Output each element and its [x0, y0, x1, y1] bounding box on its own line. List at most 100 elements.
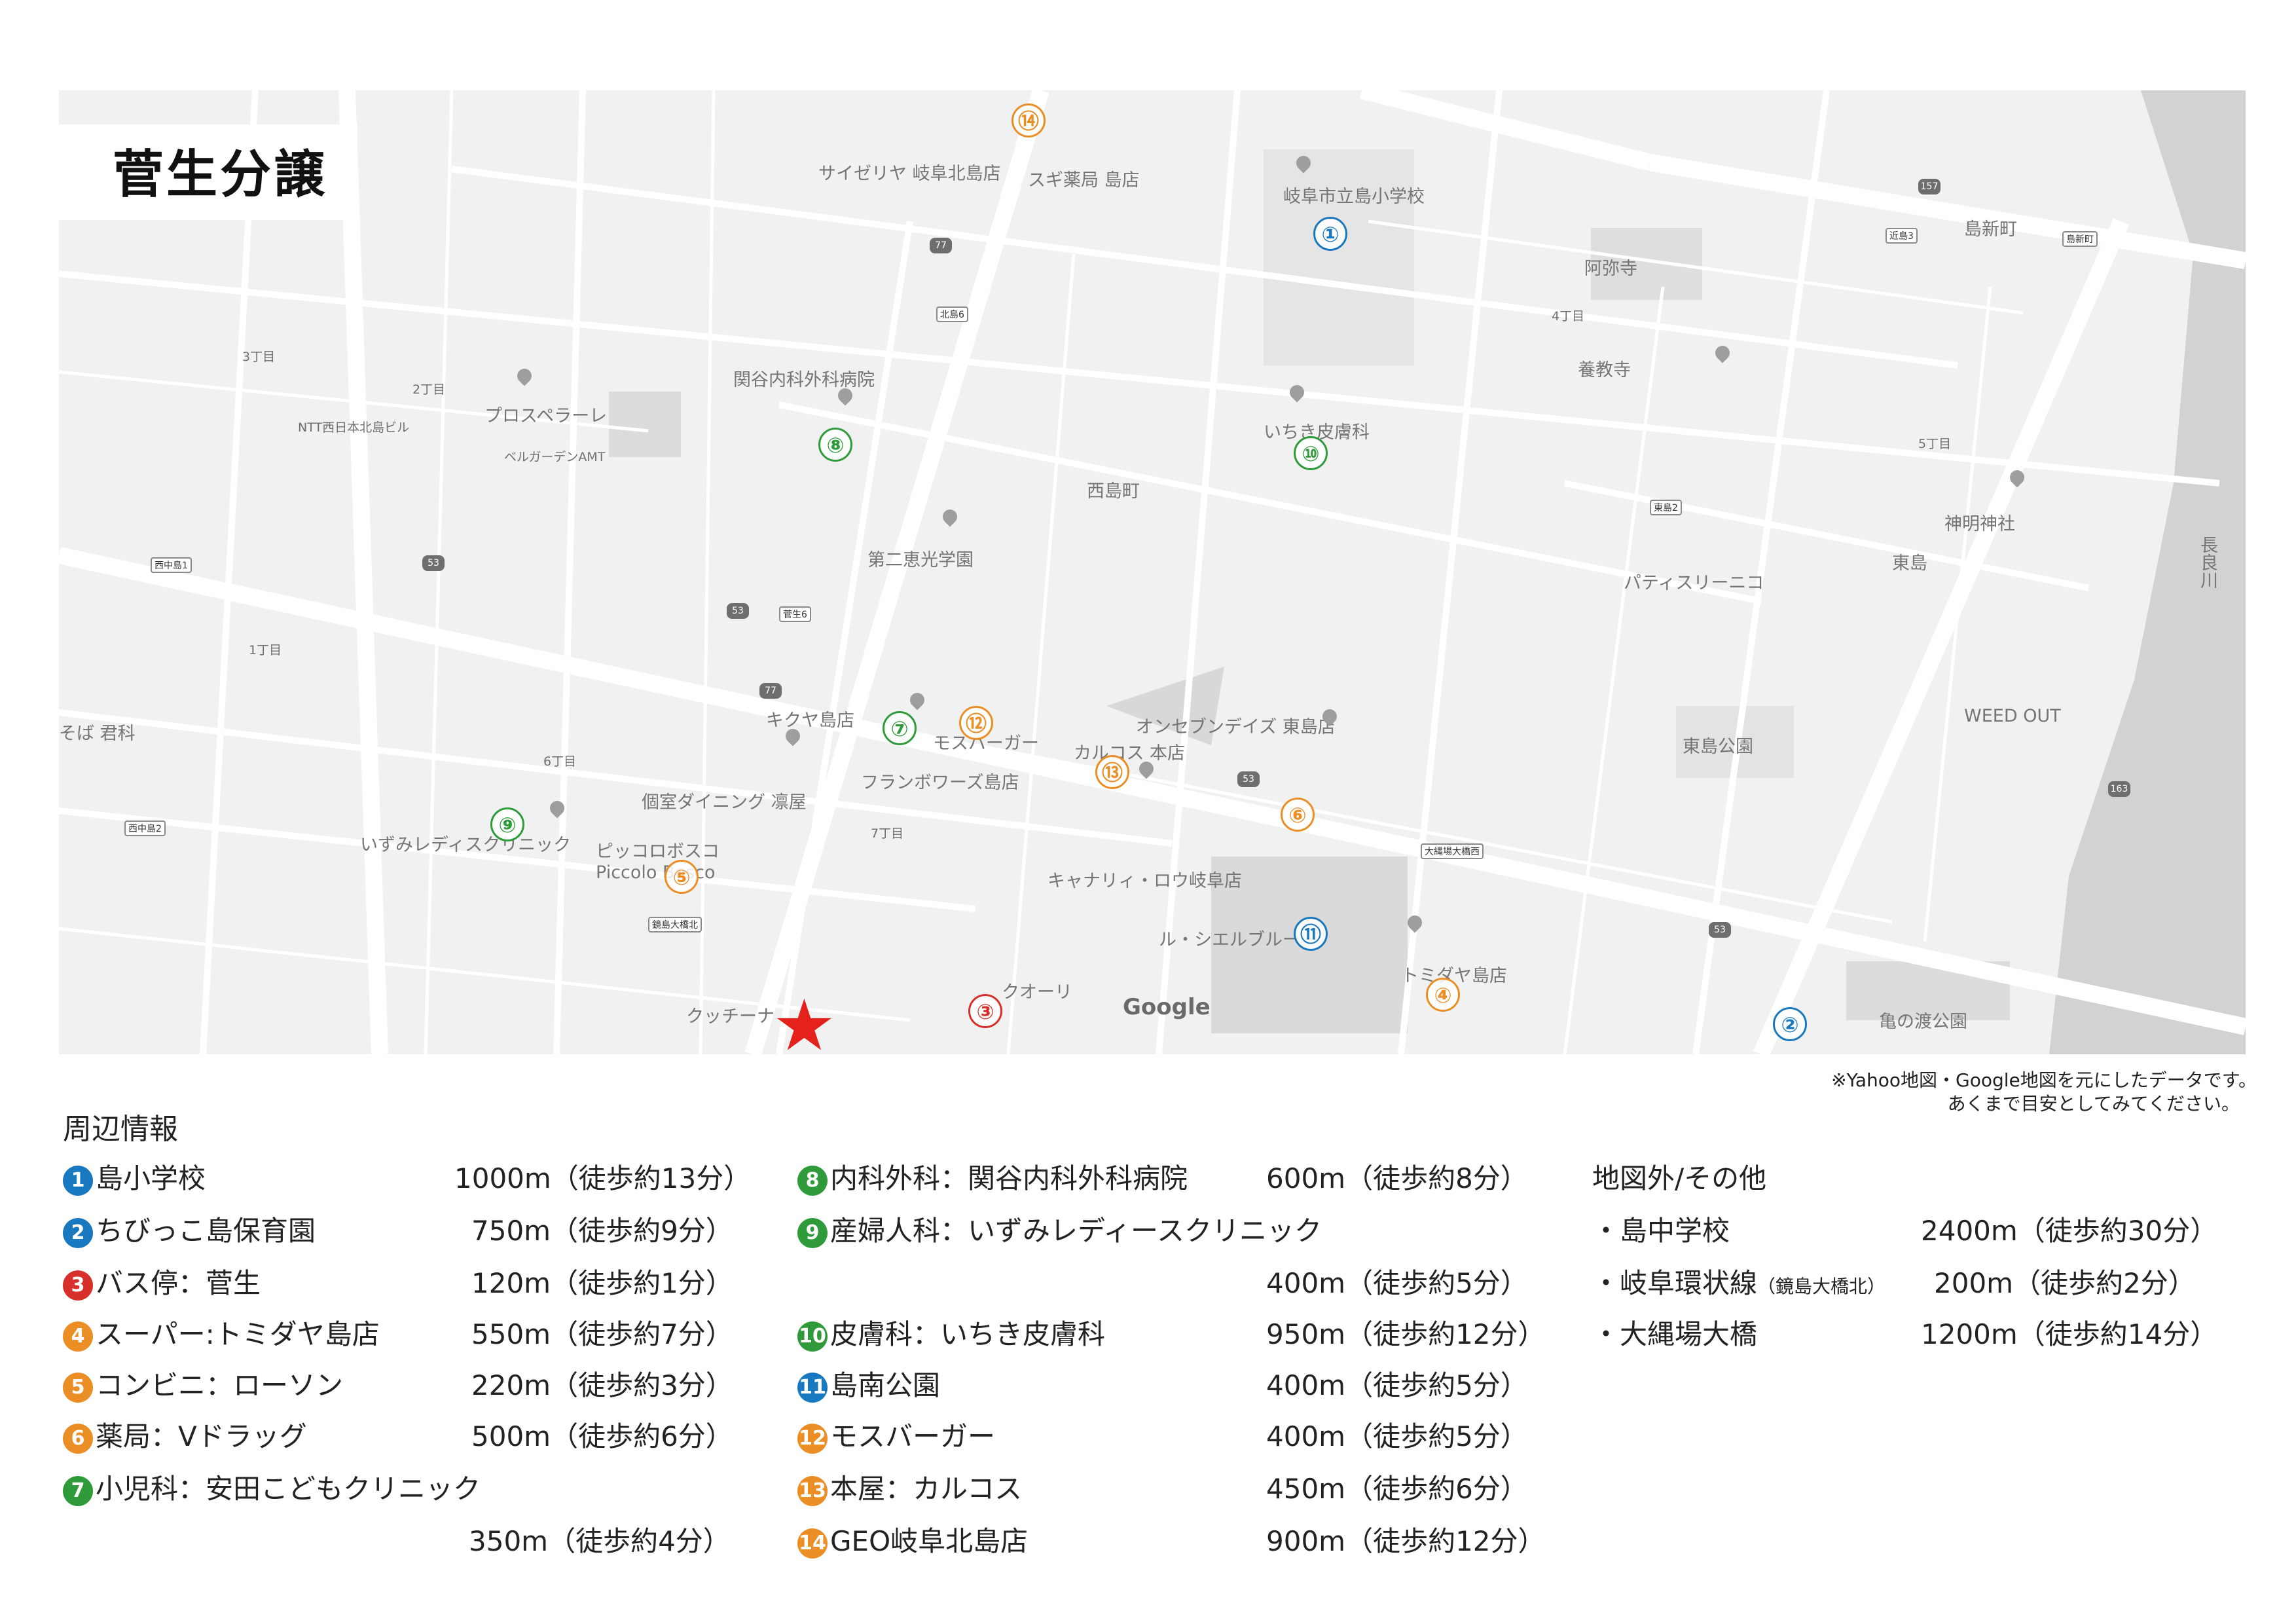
- number-badge: 9: [797, 1217, 828, 1248]
- marker-6[interactable]: ⑥: [1281, 798, 1315, 832]
- item-label: コンビニ：ローソン: [96, 1369, 344, 1401]
- marker-14[interactable]: ⑭: [1011, 103, 1046, 138]
- item-distance: 400m（徒歩約5分）: [1266, 1267, 1528, 1299]
- item-label: GEO岐阜北島店: [830, 1525, 1029, 1557]
- marker-5[interactable]: ⑤: [665, 860, 699, 894]
- place-label: 第二恵光学園: [867, 550, 974, 570]
- marker-12[interactable]: ⑫: [959, 706, 993, 740]
- item-distance: 500m（徒歩約6分）: [471, 1420, 733, 1452]
- marker-8[interactable]: ⑧: [818, 428, 852, 462]
- area-label: 島新町: [1964, 219, 2017, 240]
- place-label: スギ薬局 島店: [1028, 170, 1140, 191]
- item-label: 薬局：Vドラッグ: [96, 1420, 307, 1452]
- number-badge: 3: [63, 1270, 93, 1301]
- other-item-sub: （鏡島大橋北）: [1757, 1276, 1886, 1297]
- item-distance: 400m（徒歩約5分）: [1266, 1369, 1528, 1401]
- intersection-sign: 北島6: [936, 306, 968, 322]
- intersection-sign: 西中島2: [124, 821, 166, 836]
- other-item: ・岐阜環状線（鏡島大橋北）: [1592, 1261, 1886, 1301]
- number-badge: 4: [63, 1321, 93, 1352]
- place-label: ル・シエルブルー: [1159, 930, 1300, 950]
- page-title: 菅生分譲: [113, 145, 328, 204]
- place-label: カルコス 本店: [1074, 743, 1186, 764]
- map-source-note: ※Yahoo地図・Google地図を元にしたデータです。: [1831, 1069, 2257, 1091]
- area-label: 1丁目: [249, 643, 282, 657]
- title-box: 菅生分譲: [59, 124, 357, 220]
- list-item: 9 産婦人科：いずみレディースクリニック: [797, 1209, 1322, 1249]
- place-label: WEED OUT: [1964, 706, 2061, 726]
- item-label: ちびっこ島保育園: [96, 1215, 316, 1247]
- route-53-icon: 53: [422, 555, 445, 571]
- route-77-icon: 77: [930, 238, 952, 253]
- place-label: プロスペラーレ: [484, 406, 608, 426]
- list-item: 2 ちびっこ島保育園: [63, 1209, 316, 1249]
- map[interactable]: 西島町 東島 島新町 3丁目 2丁目 1丁目 6丁目 7丁目 4丁目 5丁目 岐…: [59, 90, 2246, 1054]
- area-label: 5丁目: [1918, 437, 1952, 451]
- item-label: 内科外科：関谷内科外科病院: [830, 1162, 1188, 1194]
- list-item: 1 島小学校: [63, 1156, 206, 1196]
- intersection-sign: 鏡島大橋北: [648, 917, 702, 932]
- item-distance: 550m（徒歩約7分）: [471, 1318, 733, 1350]
- item-distance: 220m（徒歩約3分）: [471, 1369, 733, 1401]
- item-label: モスバーガー: [830, 1420, 996, 1452]
- intersection-sign: 菅生6: [779, 606, 811, 622]
- route-53-icon: 53: [1709, 922, 1731, 938]
- route-77-icon: 77: [759, 683, 782, 699]
- item-distance: 400m（徒歩約5分）: [1266, 1420, 1528, 1452]
- place-label: オンセブンデイズ 東島店: [1136, 717, 1336, 737]
- place-label: ベルガーデンAMT: [504, 450, 606, 464]
- place-label: キャナリィ・ロウ岐阜店: [1048, 871, 1242, 891]
- marker-2[interactable]: ②: [1773, 1007, 1807, 1041]
- number-badge: 11: [797, 1372, 828, 1403]
- item-label: 小児科：安田こどもクリニック: [96, 1473, 481, 1505]
- marker-13[interactable]: ⑬: [1095, 755, 1129, 789]
- other-title: 地図外/その他: [1592, 1162, 1767, 1194]
- area-label: 西島町: [1087, 481, 1140, 502]
- other-item-distance: 200m（徒歩約2分）: [1934, 1267, 2196, 1299]
- list-item: 7 小児科：安田こどもクリニック: [63, 1467, 481, 1507]
- number-badge: 10: [797, 1321, 828, 1352]
- place-label: フランボワーズ島店: [861, 773, 1019, 793]
- list-item: 14 GEO岐阜北島店: [797, 1519, 1028, 1559]
- item-label: 本屋：カルコス: [830, 1473, 1023, 1505]
- list-item: 13 本屋：カルコス: [797, 1467, 1022, 1507]
- list-item: 11 島南公園: [797, 1363, 940, 1403]
- place-label: 関谷内科外科病院: [733, 370, 875, 390]
- place-label: 東島公園: [1683, 737, 1753, 757]
- place-label: 長良川: [2197, 536, 2217, 589]
- section-title: 周辺情報: [63, 1113, 178, 1146]
- item-distance: 350m（徒歩約4分）: [469, 1525, 731, 1557]
- number-badge: 6: [63, 1423, 93, 1454]
- place-label: サイゼリヤ 岐阜北島店: [818, 164, 1001, 184]
- list-item: 10 皮膚科：いちき皮膚科: [797, 1312, 1105, 1352]
- property-star-icon: ★: [773, 985, 836, 1055]
- other-item-label: ・島中学校: [1592, 1215, 1730, 1247]
- area-label: 3丁目: [242, 350, 276, 364]
- other-item-label: ・岐阜環状線: [1592, 1267, 1758, 1299]
- item-label: 産婦人科：いずみレディースクリニック: [830, 1215, 1322, 1247]
- map-source-note-2: あくまで目安としてみてください。: [1947, 1093, 2240, 1115]
- place-label: キクヤ島店: [766, 710, 854, 731]
- number-badge: 2: [63, 1217, 93, 1248]
- number-badge: 7: [63, 1475, 93, 1506]
- item-label: 島南公園: [830, 1369, 941, 1401]
- marker-3[interactable]: ③: [968, 994, 1002, 1028]
- place-label: いずみレディスクリニック: [360, 835, 572, 855]
- place-label: クオーリ: [1002, 982, 1072, 1003]
- marker-9[interactable]: ⑨: [490, 807, 524, 841]
- number-badge: 13: [797, 1475, 828, 1506]
- item-distance: 900m（徒歩約12分）: [1266, 1525, 1546, 1557]
- list-item: 3 バス停：菅生: [63, 1261, 261, 1301]
- area-label: 東島: [1892, 553, 1927, 574]
- item-distance: 1000m（徒歩約13分）: [454, 1162, 752, 1194]
- place-label: 岐阜市立島小学校: [1283, 187, 1425, 207]
- number-badge: 12: [797, 1423, 828, 1454]
- item-distance: 750m（徒歩約9分）: [471, 1215, 733, 1247]
- other-item-distance: 1200m（徒歩約14分）: [1921, 1318, 2218, 1350]
- marker-10[interactable]: ⑩: [1294, 436, 1328, 470]
- marker-1[interactable]: ①: [1313, 217, 1347, 251]
- marker-7[interactable]: ⑦: [883, 711, 917, 745]
- item-distance: 600m（徒歩約8分）: [1266, 1162, 1528, 1194]
- marker-4[interactable]: ④: [1426, 978, 1460, 1012]
- marker-11[interactable]: ⑪: [1294, 917, 1328, 951]
